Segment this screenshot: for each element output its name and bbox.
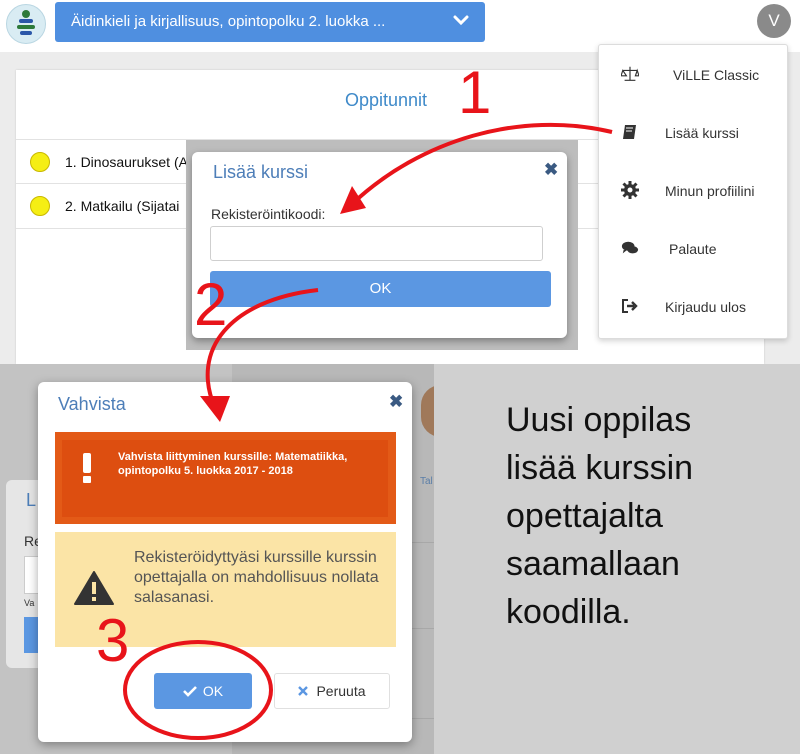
menu-item-add-course[interactable]: Lisää kurssi	[599, 103, 787, 161]
lesson-row-2[interactable]: 2. Matkailu (Sijatai	[65, 198, 179, 214]
close-icon	[298, 686, 309, 696]
book-icon	[623, 125, 636, 139]
ville-logo[interactable]	[6, 4, 46, 44]
logo-icon	[17, 10, 35, 35]
confirm-ok-label: OK	[202, 683, 224, 699]
course-selector-label: Äidinkieli ja kirjallisuus, opintopolku …	[71, 13, 386, 30]
comments-icon	[621, 241, 639, 254]
chevron-down-icon	[453, 15, 469, 26]
registration-code-input[interactable]	[210, 226, 543, 261]
menu-item-label: Lisää kurssi	[665, 125, 739, 141]
step-number-1: 1	[458, 59, 492, 126]
menu-item-feedback[interactable]: Palaute	[599, 219, 787, 277]
balance-scale-icon	[621, 66, 639, 81]
alert-text: Vahvista liittyminen kurssille: Matemati…	[118, 451, 348, 477]
exclamation-icon	[83, 453, 91, 483]
confirm-dialog-title: Vahvista	[58, 394, 126, 414]
caption-text: Uusi oppilas lisää kurssin opettajalta s…	[506, 396, 796, 636]
panel-title: Oppitunnit	[345, 90, 428, 110]
dialog-title: Lisää kurssi	[213, 162, 309, 182]
lesson-row-1[interactable]: 1. Dinosaurukset (A	[65, 154, 188, 170]
menu-item-label: Kirjaudu ulos	[665, 299, 746, 315]
menu-item-label: Palaute	[669, 241, 717, 257]
step-number-2: 2	[194, 271, 228, 338]
menu-item-label: Minun profiilini	[665, 183, 755, 199]
user-dropdown-menu: ViLLE Classic Lisää kurssi Minun profiil…	[598, 44, 788, 339]
caption-line: lisää kurssin	[506, 449, 694, 487]
caption-line: Uusi oppilas	[506, 401, 692, 439]
close-icon[interactable]: ✖	[389, 392, 403, 412]
confirm-ok-button[interactable]: OK	[154, 673, 252, 709]
caption-line: koodilla.	[506, 593, 631, 631]
warning-triangle-icon	[74, 571, 114, 605]
background-link-fragment: Tal	[420, 476, 433, 487]
user-avatar[interactable]: V	[757, 4, 791, 38]
step-number-3: 3	[96, 607, 130, 674]
background-dialog-title: L	[26, 490, 37, 510]
menu-item-label: ViLLE Classic	[673, 67, 760, 83]
cancel-label: Peruuta	[316, 683, 366, 699]
caption-line: saamallaan	[506, 545, 680, 583]
course-selector[interactable]: Äidinkieli ja kirjallisuus, opintopolku …	[55, 2, 485, 42]
background-small-text: Va	[24, 598, 35, 608]
menu-item-logout[interactable]: Kirjaudu ulos	[599, 277, 787, 335]
registration-code-label: Rekisteröintikoodi:	[211, 206, 326, 222]
caption-line: opettajalta	[506, 497, 663, 535]
menu-item-ville-classic[interactable]: ViLLE Classic	[599, 45, 787, 103]
lesson-status-dot	[30, 196, 50, 216]
close-icon[interactable]: ✖	[544, 160, 558, 180]
menu-item-profile[interactable]: Minun profiilini	[599, 161, 787, 219]
gear-icon	[621, 181, 639, 199]
lesson-status-dot	[30, 152, 50, 172]
sign-out-icon	[622, 299, 638, 313]
check-icon	[182, 686, 197, 697]
cancel-button[interactable]: Peruuta	[274, 673, 390, 709]
warning-text: Rekisteröidyttyäsi kurssille kurssin ope…	[134, 549, 379, 606]
ok-button[interactable]: OK	[210, 271, 551, 307]
